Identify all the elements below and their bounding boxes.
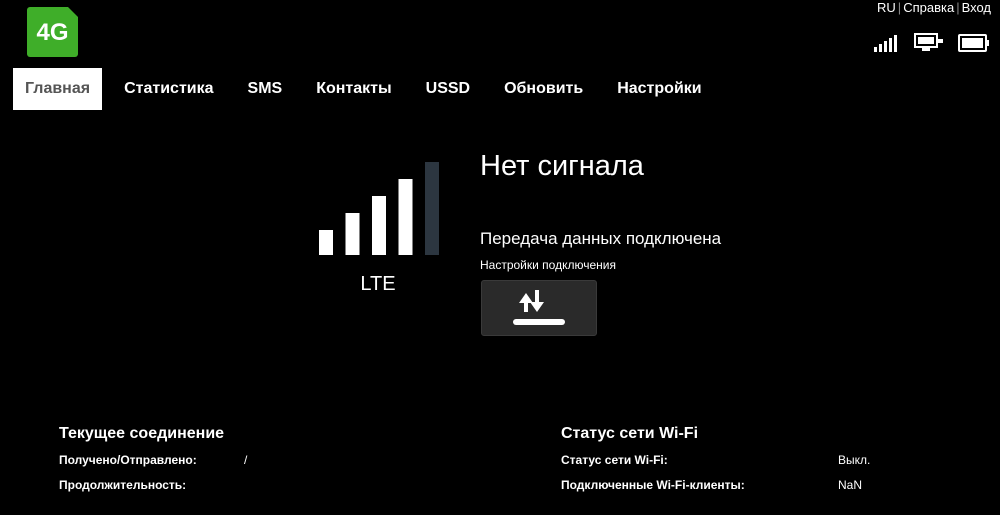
- current-connection-title: Текущее соединение: [59, 425, 225, 442]
- login-link[interactable]: Вход: [962, 0, 991, 15]
- help-link[interactable]: Справка: [903, 0, 954, 15]
- nav-item-settings[interactable]: Настройки: [605, 68, 713, 110]
- nav-item-update[interactable]: Обновить: [492, 68, 595, 110]
- duration-label: Продолжительность:: [59, 478, 187, 492]
- monitor-icon: [914, 33, 943, 51]
- status-icons: [874, 32, 990, 52]
- wifi-clients-label: Подключенные Wi-Fi-клиенты:: [561, 478, 745, 492]
- network-type: LTE: [360, 273, 396, 295]
- nav-item-home[interactable]: Главная: [13, 68, 103, 110]
- main-nav: Главная Статистика SMS Контакты USSD Обн…: [13, 68, 724, 110]
- data-status: Передача данных подключена: [480, 229, 722, 248]
- logo-4g: 4G: [27, 7, 78, 57]
- nav-item-contacts[interactable]: Контакты: [304, 68, 403, 110]
- signal-bar-1: [319, 230, 333, 255]
- upload-download-icon: [513, 290, 565, 325]
- language-link[interactable]: RU: [877, 0, 896, 15]
- wifi-status-title: Статус сети Wi-Fi: [561, 425, 699, 442]
- connection-settings-label: Настройки подключения: [480, 258, 616, 272]
- separator: |: [956, 0, 960, 15]
- battery-icon: [958, 34, 989, 52]
- logo-text: 4G: [36, 19, 69, 46]
- received-sent-label: Получено/Отправлено:: [59, 453, 197, 467]
- signal-status: Нет сигнала: [480, 150, 644, 182]
- signal-strength-icon: [874, 35, 897, 52]
- signal-bar-5: [425, 162, 439, 255]
- signal-bar-3: [372, 196, 386, 255]
- received-sent-value: /: [244, 453, 248, 467]
- connect-toggle-button[interactable]: [481, 280, 597, 336]
- wifi-status-label: Статус сети Wi-Fi:: [561, 453, 668, 467]
- signal-bar-4: [398, 179, 413, 255]
- top-links: RU | Справка | Вход: [877, 0, 991, 15]
- wifi-clients-value: NaN: [838, 478, 863, 492]
- wifi-status-value: Выкл.: [838, 453, 871, 467]
- nav-item-ussd[interactable]: USSD: [414, 68, 482, 110]
- signal-bars: [319, 162, 439, 255]
- nav-item-statistics[interactable]: Статистика: [112, 68, 225, 110]
- separator: |: [897, 0, 902, 15]
- signal-bar-2: [345, 213, 360, 255]
- nav-item-sms[interactable]: SMS: [236, 68, 295, 110]
